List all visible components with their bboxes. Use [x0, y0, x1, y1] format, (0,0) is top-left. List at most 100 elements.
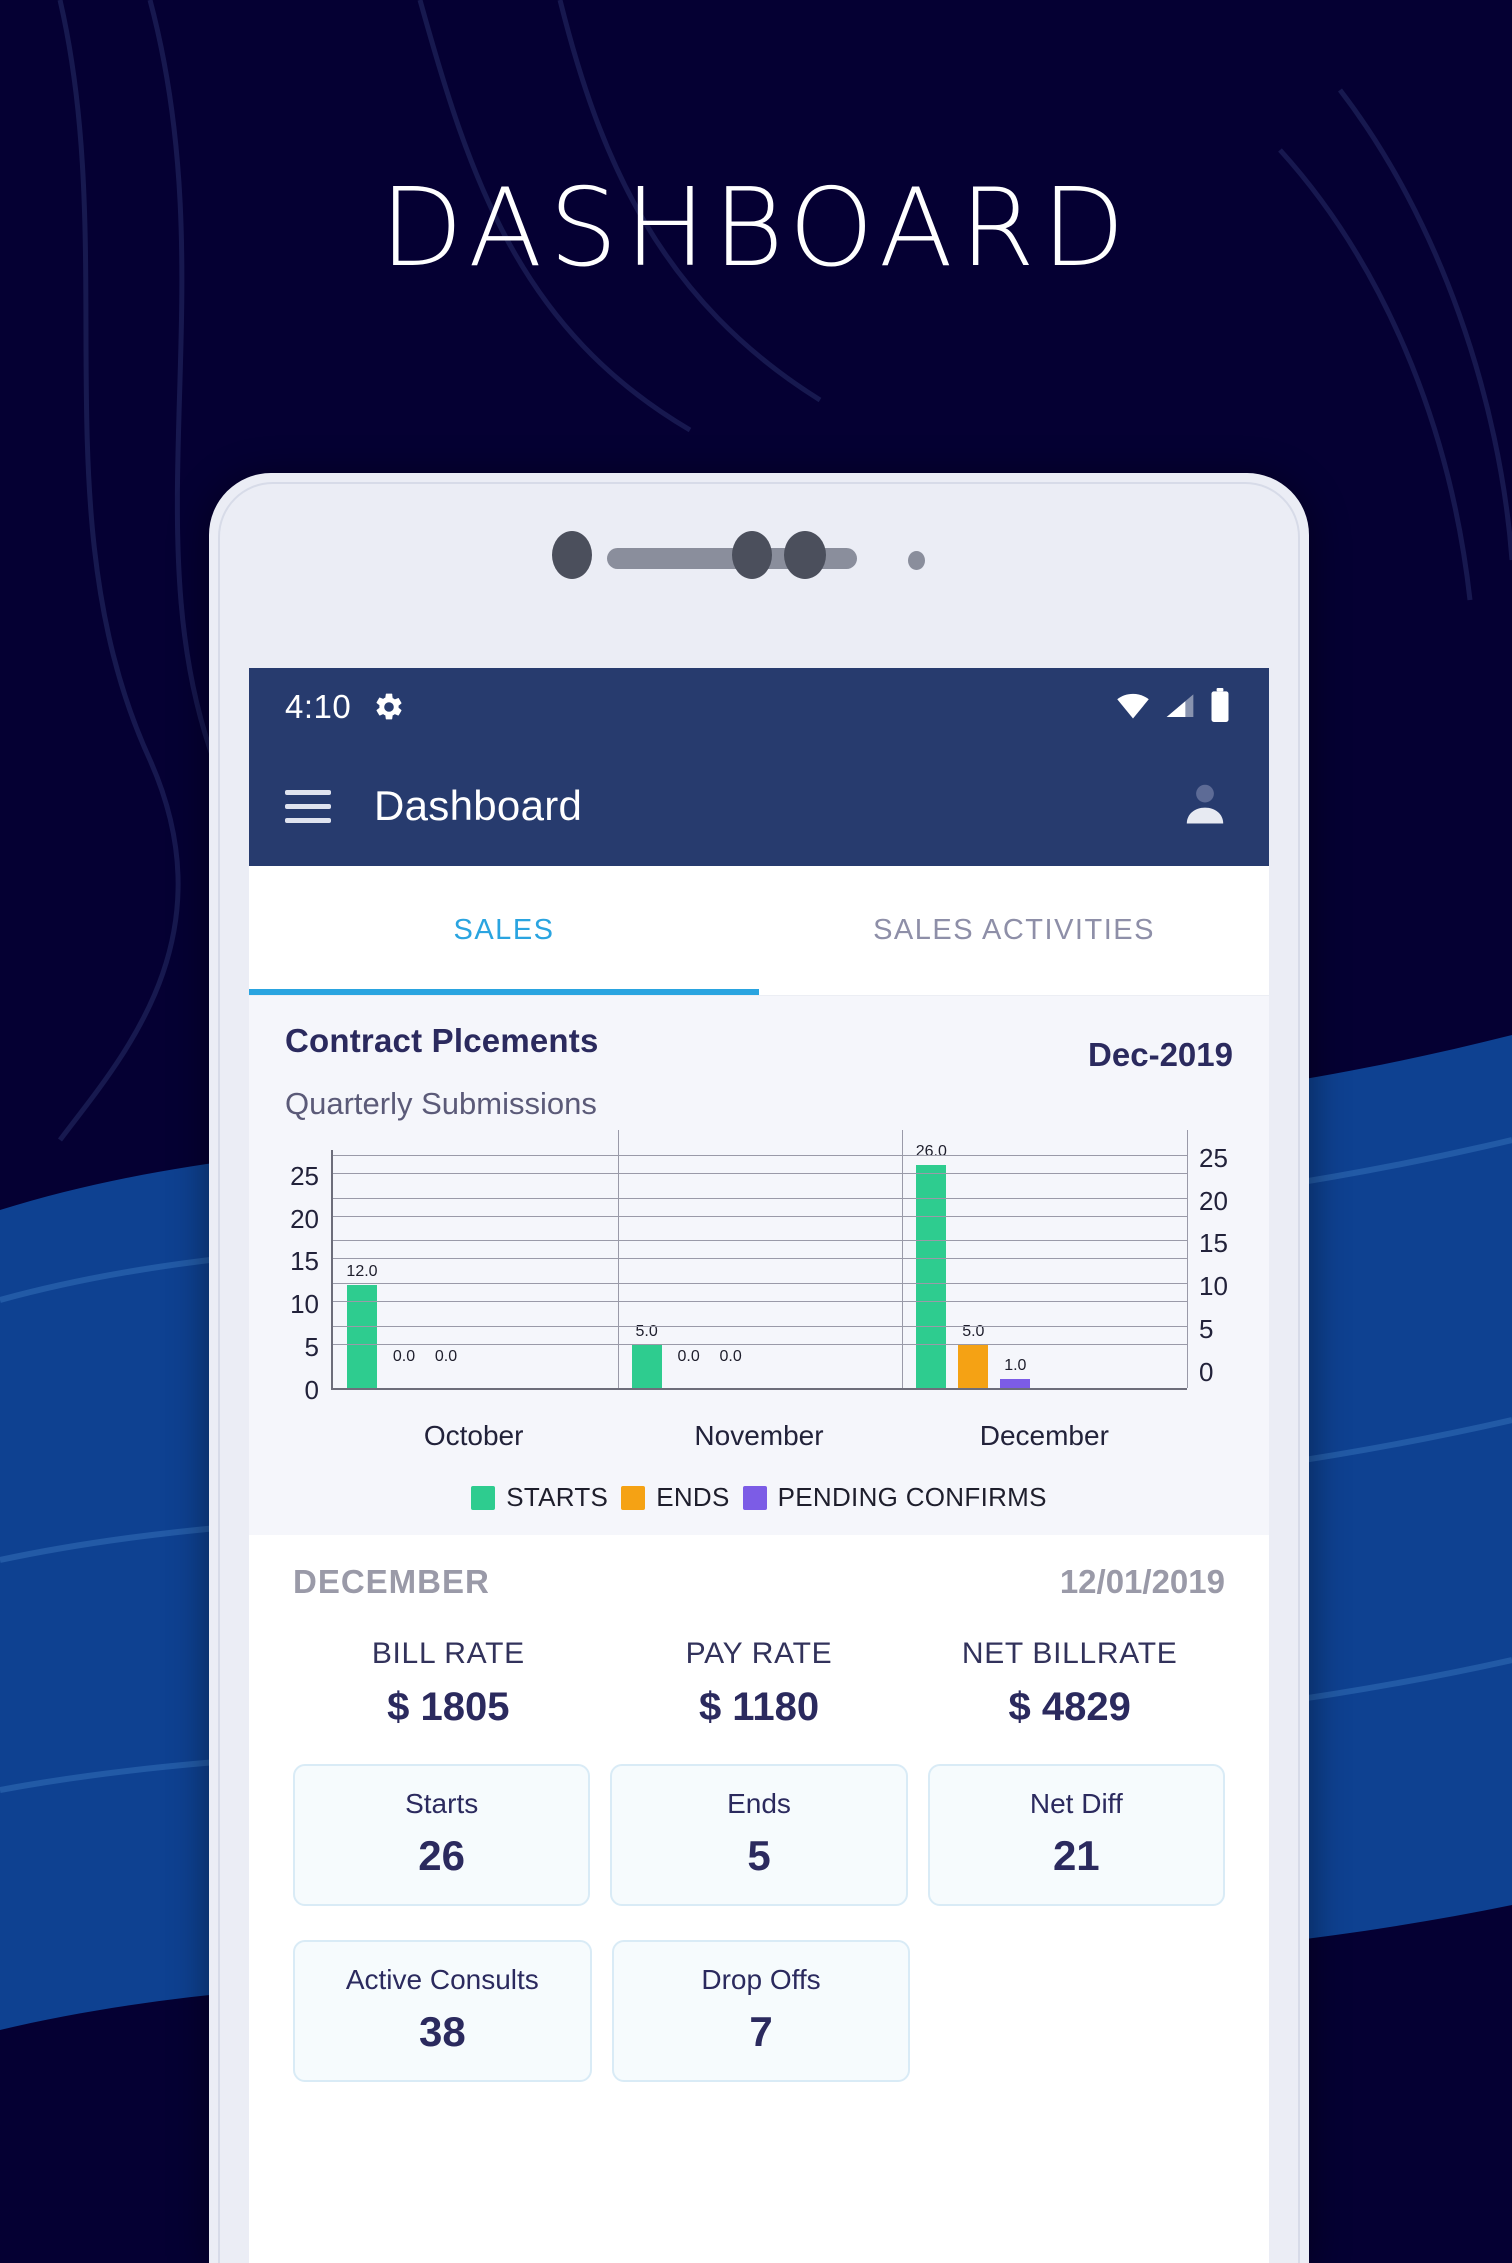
stat-tile-ends-label: Ends [727, 1788, 791, 1819]
y-tick-right-5: 5 [1199, 1314, 1214, 1345]
stat-tile-drop-offs-label: Drop Offs [701, 1964, 821, 1995]
legend-label: ENDS [656, 1482, 730, 1512]
chart-legend-item[interactable]: ENDS [621, 1482, 729, 1513]
rate-net-billrate-value: $ 4829 [1008, 1685, 1131, 1729]
chart-period-badge: Dec-2019 [1088, 1036, 1233, 1073]
chart-bar-group: 12.0 0.0 0.0 [333, 1150, 618, 1388]
y-tick-right-20: 20 [1199, 1185, 1228, 1216]
account-avatar-icon[interactable] [1179, 778, 1231, 835]
hamburger-menu-icon[interactable] [285, 789, 331, 823]
gridline-secondary [333, 1197, 1187, 1199]
chart-subtitle: Quarterly Submissions [285, 1086, 597, 1121]
y-tick-left-20: 20 [290, 1203, 319, 1234]
stat-tile-placeholder [930, 1940, 1225, 2082]
chart-card: Contract Plcements Dec-2019 Quarterly Su… [249, 996, 1269, 1535]
secondary-camera-icon [784, 531, 826, 579]
chart-bar: 26.0 [916, 1143, 947, 1388]
battery-icon [1209, 687, 1231, 727]
rate-net-billrate: NET BILLRATE $ 4829 [914, 1637, 1225, 1730]
page-title: DASHBOARD [380, 166, 1132, 291]
proximity-sensor-icon [908, 551, 925, 570]
chart-bar-value-label: 0.0 [719, 1348, 742, 1365]
chart-bar-value-label: 1.0 [1004, 1357, 1027, 1375]
chart-legend-item[interactable]: PENDING CONFIRMS [742, 1482, 1047, 1513]
phone-mockup: 4:10 Dashboard SALES SALES ACTIVITIES Co… [209, 473, 1309, 2263]
app-bar: Dashboard [249, 746, 1269, 866]
stat-tile-active-consults-value: 38 [418, 2008, 466, 2055]
gridline [333, 1215, 1187, 1217]
chart-bar-value-label: 0.0 [677, 1348, 700, 1365]
stat-tile-net-diff-label: Net Diff [1029, 1788, 1123, 1819]
stat-tile-net-diff-value: 21 [1052, 1832, 1100, 1879]
gridline-secondary [333, 1283, 1187, 1285]
tab-sales-label: SALES [453, 914, 555, 946]
stat-tile-active-consults[interactable]: Active Consults 38 [293, 1940, 592, 2082]
stat-tiles-row-2: Active Consults 38 Drop Offs 7 [293, 1940, 1225, 2082]
y-tick-right-15: 15 [1199, 1228, 1228, 1259]
gridline [333, 1301, 1187, 1303]
chart-bar: 5.0 [958, 1323, 989, 1388]
stat-tile-active-consults-label: Active Consults [345, 1964, 539, 1995]
stats-month-label: DECEMBER [293, 1563, 490, 1600]
chart-vertical-divider [902, 1130, 904, 1388]
legend-swatch-icon [471, 1485, 496, 1510]
status-bar-clock: 4:10 [285, 688, 352, 725]
rate-bill-value: $ 1805 [387, 1685, 510, 1729]
gear-icon[interactable] [373, 691, 405, 723]
chart-header: Contract Plcements Dec-2019 [249, 1022, 1269, 1074]
tab-sales-activities-label: SALES ACTIVITIES [873, 914, 1155, 946]
chart-x-axis-labels: October November December [279, 1420, 1239, 1460]
chart-category-label: November [694, 1420, 824, 1451]
chart-category-label: December [979, 1420, 1109, 1451]
chart-legend: STARTS ENDS PENDING CONFIRMS [249, 1482, 1269, 1513]
stat-tile-net-diff[interactable]: Net Diff 21 [927, 1764, 1225, 1906]
chart-legend-item[interactable]: STARTS [471, 1482, 608, 1513]
y-tick-right-25: 25 [1199, 1142, 1228, 1173]
phone-screen: 4:10 Dashboard SALES SALES ACTIVITIES Co… [249, 668, 1269, 2263]
chart-vertical-divider [617, 1130, 619, 1388]
gridline-secondary [333, 1240, 1187, 1242]
legend-swatch-icon [742, 1485, 767, 1510]
chart-vertical-divider [1187, 1130, 1188, 1388]
y-tick-left-10: 10 [290, 1289, 319, 1320]
chart-y-axis-right: 0 5 10 15 20 25 [1193, 1145, 1239, 1412]
chart-bar: 1.0 [1000, 1357, 1031, 1388]
tab-sales[interactable]: SALES [249, 866, 759, 995]
y-tick-right-0: 0 [1199, 1357, 1214, 1387]
stat-tile-starts-label: Starts [405, 1788, 479, 1819]
chart-bar-value-label: 12.0 [346, 1263, 378, 1281]
stats-card: DECEMBER 12/01/2019 BILL RATE $ 1805 PAY… [263, 1535, 1255, 2102]
stat-tile-ends[interactable]: Ends 5 [610, 1764, 908, 1906]
stat-tile-ends-value: 5 [747, 1832, 771, 1879]
sensor-dot-icon [732, 531, 772, 579]
phone-sensor-row [209, 531, 1309, 591]
app-bar-title: Dashboard [374, 782, 583, 829]
rate-pay-value: $ 1180 [698, 1685, 820, 1729]
tab-sales-activities[interactable]: SALES ACTIVITIES [759, 866, 1269, 995]
legend-label: PENDING CONFIRMS [777, 1482, 1047, 1512]
chart-bar-group: 5.0 0.0 0.0 [618, 1150, 903, 1388]
tab-bar: SALES SALES ACTIVITIES [249, 866, 1269, 996]
rate-pay-label: PAY RATE [685, 1637, 833, 1670]
status-bar: 4:10 [249, 668, 1269, 746]
gridline-secondary [333, 1154, 1187, 1156]
gridline [333, 1344, 1187, 1346]
stats-date-label: 12/01/2019 [1059, 1563, 1225, 1600]
rate-bill: BILL RATE $ 1805 [293, 1637, 604, 1730]
stat-tiles-row-1: Starts 26 Ends 5 Net Diff 21 [293, 1764, 1225, 1906]
front-camera-icon [552, 531, 592, 579]
chart-title: Contract Plcements [285, 1022, 599, 1059]
gridline [333, 1258, 1187, 1260]
chart-plot-area: 12.0 0.0 0.0 5.0 0.0 0.0 26.0 5.0 1.0 [331, 1130, 1188, 1390]
legend-swatch-icon [621, 1485, 646, 1510]
rate-bill-label: BILL RATE [371, 1637, 525, 1670]
stat-tile-drop-offs[interactable]: Drop Offs 7 [611, 1940, 911, 2082]
rates-row: BILL RATE $ 1805 PAY RATE $ 1180 NET BIL… [293, 1637, 1225, 1730]
chart-y-axis-left: 0 5 10 15 20 25 [279, 1150, 325, 1412]
stats-header: DECEMBER 12/01/2019 [293, 1563, 1225, 1601]
stat-tile-starts[interactable]: Starts 26 [293, 1764, 591, 1906]
legend-label: STARTS [506, 1482, 609, 1512]
chart-bar-value-label: 0.0 [434, 1348, 458, 1365]
chart-bars: 12.0 0.0 0.0 5.0 0.0 0.0 26.0 5.0 1.0 [333, 1143, 1187, 1388]
chart-bar: 5.0 [631, 1323, 662, 1388]
